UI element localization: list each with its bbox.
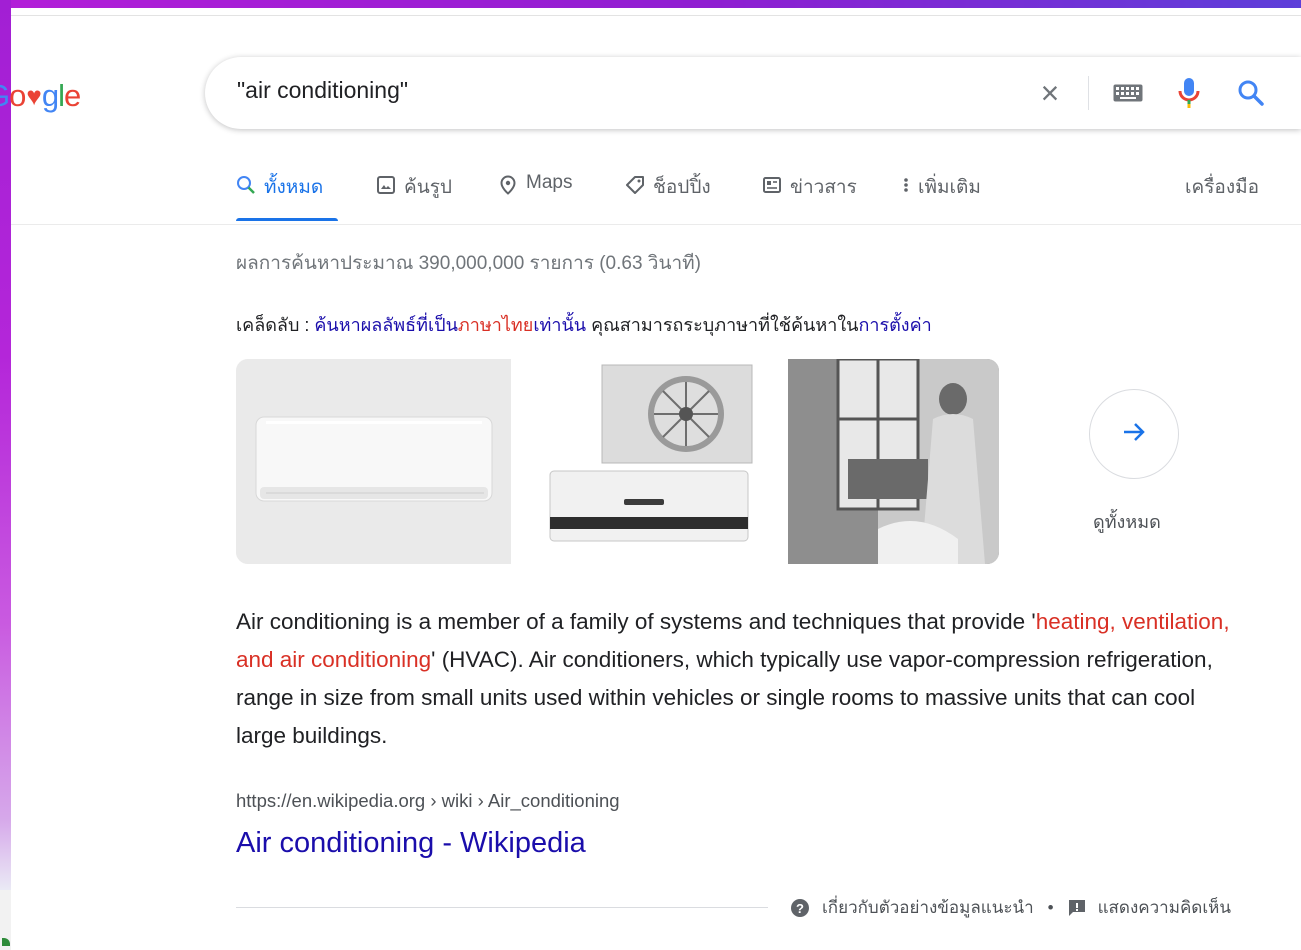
browser-edge — [0, 8, 1301, 16]
heart-icon: ♥ — [26, 80, 41, 111]
logo-letter: G — [0, 78, 10, 114]
arrow-right-icon — [1121, 420, 1147, 449]
image-result-split-ac-indoor[interactable] — [236, 359, 511, 564]
search-icon[interactable] — [1237, 79, 1265, 112]
featured-snippet-text: Air conditioning is a member of a family… — [236, 603, 1236, 755]
feedback-link[interactable]: แสดงความคิดเห็น — [1098, 894, 1231, 921]
snippet-footer: ? เกี่ยวกับตัวอย่างข้อมูลแนะนำ • แสดงควา… — [790, 894, 1231, 921]
tab-label: ข่าวสาร — [790, 177, 857, 198]
settings-link[interactable]: การตั้งค่า — [858, 315, 931, 335]
tab-images[interactable]: ค้นรูป — [376, 172, 452, 222]
location-pin-icon — [498, 175, 518, 201]
footer-separator: • — [1047, 897, 1054, 917]
logo-letter: e — [63, 78, 81, 113]
tools-button[interactable]: เครื่องมือ — [1185, 172, 1259, 202]
image-carousel — [236, 359, 999, 564]
svg-text:?: ? — [796, 901, 804, 916]
tip-link-text: เท่านั้น — [533, 315, 587, 335]
tab-all[interactable]: ทั้งหมด — [236, 172, 338, 222]
tip-prefix: เคล็ดลับ : — [236, 315, 315, 335]
tab-label: ค้นรูป — [404, 177, 452, 198]
see-all-label[interactable]: ดูทั้งหมด — [1093, 507, 1161, 536]
news-icon — [762, 175, 782, 201]
tabs-divider — [11, 224, 1301, 225]
result-title-link[interactable]: Air conditioning - Wikipedia — [236, 827, 586, 860]
microphone-icon[interactable] — [1178, 77, 1200, 114]
tab-label: ช็อปปิ้ง — [653, 177, 711, 198]
result-url[interactable]: https://en.wikipedia.org › wiki › Air_co… — [236, 790, 620, 812]
snippet-divider — [236, 907, 768, 908]
logo-letter: o — [9, 78, 26, 113]
logo-letter: g — [41, 78, 59, 113]
tag-icon — [625, 175, 645, 201]
tab-label: ทั้งหมด — [264, 177, 324, 198]
about-featured-snippets-link[interactable]: เกี่ยวกับตัวอย่างข้อมูลแนะนำ — [822, 894, 1034, 921]
tip-middle-text: คุณสามารถระบุภาษาที่ใช้ค้นหาใน — [586, 315, 859, 335]
help-icon[interactable]: ? — [790, 898, 810, 918]
more-vert-icon — [902, 175, 910, 201]
search-thai-only-link[interactable]: ค้นหาผลลัพธ์ที่เป็นภาษาไทยเท่านั้น — [314, 315, 586, 335]
tab-shopping[interactable]: ช็อปปิ้ง — [625, 172, 711, 222]
image-icon — [376, 175, 396, 201]
search-icon — [236, 175, 256, 201]
window-frame-top — [0, 0, 1301, 8]
tip-language-text: ภาษาไทย — [457, 315, 534, 335]
image-result-vintage-ac-photo[interactable] — [788, 359, 999, 564]
feedback-icon[interactable] — [1068, 899, 1086, 917]
search-box[interactable]: "air conditioning" × — [205, 57, 1301, 129]
tip-link-text: ค้นหาผลลัพธ์ที่เป็น — [314, 315, 458, 335]
tab-maps[interactable]: Maps — [498, 172, 572, 222]
active-tab-indicator — [236, 218, 338, 221]
tab-label: Maps — [526, 172, 573, 193]
tab-label: เพิ่มเติม — [918, 177, 981, 198]
snippet-text: Air conditioning is a member of a family… — [236, 609, 1036, 634]
google-doodle-logo[interactable]: Go♥gle — [0, 76, 81, 116]
keyboard-icon[interactable] — [1113, 84, 1143, 107]
tab-news[interactable]: ข่าวสาร — [762, 172, 857, 222]
image-result-ac-units[interactable] — [514, 359, 785, 564]
window-frame-left — [0, 0, 11, 890]
search-box-divider — [1088, 76, 1089, 110]
search-input[interactable]: "air conditioning" — [237, 77, 408, 104]
see-all-button[interactable] — [1089, 389, 1179, 479]
tab-more[interactable]: เพิ่มเติม — [902, 172, 981, 222]
language-tip: เคล็ดลับ : ค้นหาผลลัพธ์ที่เป็นภาษาไทยเท่… — [236, 310, 932, 339]
close-icon[interactable]: × — [1034, 77, 1066, 109]
result-stats: ผลการค้นหาประมาณ 390,000,000 รายการ (0.6… — [236, 253, 701, 274]
